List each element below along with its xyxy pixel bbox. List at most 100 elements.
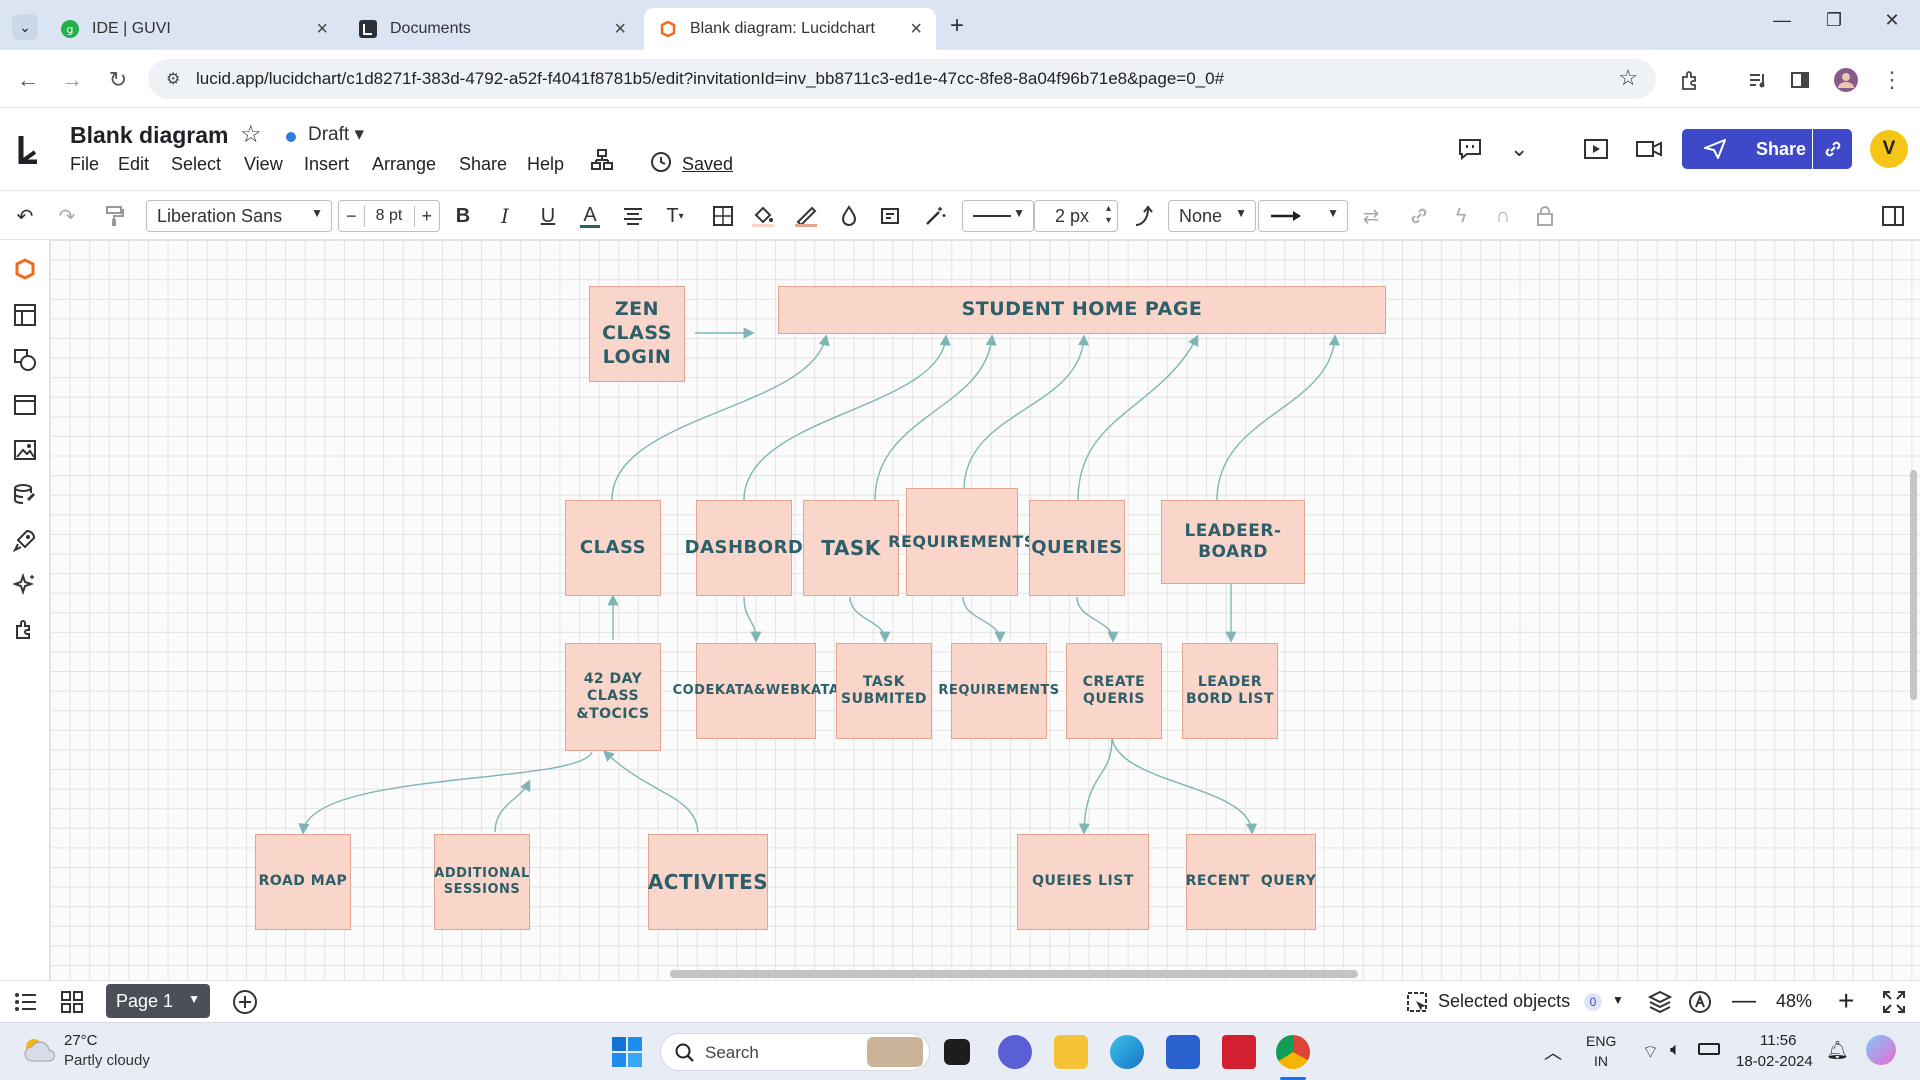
add-page-icon[interactable] <box>232 989 258 1015</box>
forward-icon[interactable]: → <box>60 67 84 92</box>
font-size-value[interactable]: 8 pt <box>365 207 414 225</box>
new-tab-button[interactable]: + <box>950 12 964 40</box>
shape-activites[interactable]: ACTIVITES <box>648 834 768 930</box>
share-button[interactable]: Share <box>1682 129 1852 169</box>
menu-help[interactable]: Help <box>527 154 564 175</box>
close-icon[interactable]: × <box>614 18 626 41</box>
browser-menu-icon[interactable]: ⋮ <box>1880 67 1904 92</box>
horizontal-scrollbar[interactable] <box>670 970 1358 978</box>
shape-queies-list[interactable]: QUEIES LIST <box>1017 834 1149 930</box>
ai-sparkle-icon[interactable] <box>10 570 40 600</box>
zoom-out-button[interactable]: — <box>1732 987 1756 1015</box>
store-app-icon[interactable] <box>1166 1035 1200 1069</box>
curve-line-icon[interactable] <box>1130 201 1160 231</box>
navigate-icon[interactable] <box>1688 990 1712 1014</box>
vertical-scrollbar[interactable] <box>1910 470 1917 700</box>
zoom-in-button[interactable]: + <box>1838 985 1854 1017</box>
zoom-level[interactable]: 48% <box>1776 991 1812 1012</box>
saved-status-link[interactable]: Saved <box>682 154 733 175</box>
notification-bell-icon[interactable]: 🔔︎ <box>1826 1040 1849 1061</box>
chrome-icon[interactable] <box>1276 1035 1310 1069</box>
shapes-icon[interactable] <box>10 345 40 375</box>
chevron-down-icon[interactable]: ⌄ <box>1510 136 1528 162</box>
shape-task[interactable]: TASK <box>803 500 899 596</box>
wifi-icon[interactable]: ⌔ <box>1642 1041 1659 1064</box>
shape-queries[interactable]: QUERIES <box>1029 500 1125 596</box>
draft-status[interactable]: Draft ▾ <box>308 123 364 146</box>
bold-icon[interactable]: B <box>448 201 478 231</box>
media-control-icon[interactable] <box>1746 68 1770 92</box>
undo-icon[interactable]: ↶ <box>10 201 40 231</box>
menu-share[interactable]: Share <box>459 154 507 175</box>
tab-ide-guvi[interactable]: g IDE | GUVI × <box>46 8 342 50</box>
lock-icon[interactable] <box>1530 201 1560 231</box>
magnet-icon[interactable]: ∩ <box>1488 201 1518 231</box>
align-icon[interactable] <box>618 201 648 231</box>
reload-icon[interactable]: ↻ <box>106 67 130 92</box>
line-style-select[interactable]: ▼ <box>962 200 1034 232</box>
lightning-icon[interactable]: ϟ <box>1446 201 1476 231</box>
shape-zen-class-login[interactable]: ZEN CLASS LOGIN <box>589 286 685 382</box>
font-size-stepper[interactable]: − 8 pt + <box>338 200 440 232</box>
shape-recent-query[interactable]: RECENT QUERY <box>1186 834 1316 930</box>
page-grid-icon[interactable] <box>60 990 84 1014</box>
right-panel-icon[interactable] <box>1878 201 1908 231</box>
underline-icon[interactable]: U <box>533 201 563 231</box>
window-close-icon[interactable]: ✕ <box>1872 10 1912 31</box>
caret-down-icon[interactable]: ▼ <box>188 992 200 1006</box>
shape-42-day-class[interactable]: 42 DAY CLASS &TOCICS <box>565 643 661 751</box>
back-icon[interactable]: ← <box>16 67 40 92</box>
battery-icon[interactable] <box>1698 1043 1720 1055</box>
favorite-star-icon[interactable]: ☆ <box>240 120 262 149</box>
menu-select[interactable]: Select <box>171 154 221 175</box>
image-icon[interactable] <box>10 435 40 465</box>
shape-road-map[interactable]: ROAD MAP <box>255 834 351 930</box>
menu-view[interactable]: View <box>244 154 283 175</box>
fullscreen-icon[interactable] <box>1882 990 1906 1014</box>
close-icon[interactable]: × <box>316 18 328 41</box>
text-options-icon[interactable]: T ▾ <box>660 201 690 231</box>
rocket-icon[interactable] <box>10 525 40 555</box>
menu-file[interactable]: File <box>70 154 99 175</box>
clock-time[interactable]: 11:56 <box>1760 1032 1796 1049</box>
lucid-shapes-logo-icon[interactable] <box>10 254 40 284</box>
tab-lucidchart[interactable]: Blank diagram: Lucidchart × <box>644 8 936 50</box>
link-icon[interactable] <box>1812 129 1852 169</box>
shape-leader-bord-list[interactable]: LEADER BORD LIST <box>1182 643 1278 739</box>
shape-requirements-bottom[interactable]: REQUIREMENTS <box>938 643 1059 739</box>
edge-browser-icon[interactable] <box>1110 1035 1144 1069</box>
end-arrow-select[interactable]: ▼ <box>1258 200 1348 232</box>
tab-search-button[interactable]: ⌄ <box>12 14 38 40</box>
copilot-icon[interactable] <box>1866 1035 1896 1065</box>
shape-class[interactable]: CLASS <box>565 500 661 596</box>
caret-down-icon[interactable]: ▼ <box>1612 993 1624 1007</box>
italic-icon[interactable]: I <box>490 201 520 231</box>
line-width-stepper[interactable]: 2 px ▴ ▾ <box>1034 200 1118 232</box>
side-panel-icon[interactable] <box>1788 68 1812 92</box>
templates-icon[interactable] <box>10 300 40 330</box>
shape-codekata-webkata[interactable]: CODEKATA&WEBKATA <box>673 643 839 739</box>
language-ind[interactable]: ENG <box>1586 1033 1616 1049</box>
profile-avatar[interactable] <box>1834 68 1858 92</box>
tab-documents[interactable]: Documents × <box>344 8 640 50</box>
weather-icon[interactable] <box>20 1033 56 1067</box>
shape-requirements-top[interactable]: REQUIREMENTS <box>888 488 1035 596</box>
chat-app-icon[interactable] <box>998 1035 1032 1069</box>
url-bar[interactable]: ⚙ lucid.app/lucidchart/c1d8271f-383d-479… <box>148 59 1656 99</box>
layers-icon[interactable] <box>1648 990 1672 1014</box>
windows-start-icon[interactable] <box>612 1037 642 1067</box>
increase-size-button[interactable]: + <box>413 205 440 227</box>
style-icon[interactable] <box>876 201 906 231</box>
shape-additional-sessions[interactable]: ADDITIONAL SESSIONS <box>434 834 530 930</box>
menu-arrange[interactable]: Arrange <box>372 154 436 175</box>
shape-leadeer-board[interactable]: LEADEER-BOARD <box>1161 500 1305 584</box>
close-icon[interactable]: × <box>910 18 922 41</box>
file-explorer-icon[interactable] <box>1054 1035 1088 1069</box>
hidden-icons-chevron-icon[interactable]: ︿ <box>1544 1039 1562 1065</box>
redo-icon[interactable]: ↷ <box>52 201 82 231</box>
page-tab[interactable]: Page 1 ▼ <box>106 984 210 1018</box>
swap-arrows-icon[interactable]: ⇄ <box>1356 201 1386 231</box>
hyperlink-icon[interactable] <box>1404 201 1434 231</box>
format-painter-icon[interactable] <box>100 201 130 231</box>
integrations-puzzle-icon[interactable] <box>10 615 40 645</box>
